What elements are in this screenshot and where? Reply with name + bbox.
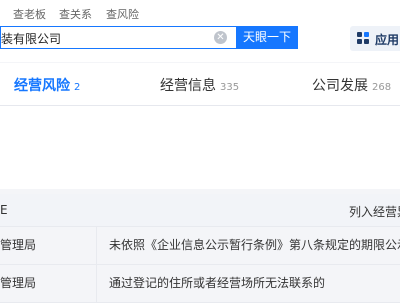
- app-button[interactable]: 应用: [350, 26, 400, 51]
- search-tab-boss[interactable]: 查老板: [13, 6, 46, 22]
- tab-count: 335: [220, 82, 240, 93]
- tab-label: 经营风险: [14, 78, 70, 94]
- search-tab-relation[interactable]: 查关系: [59, 6, 92, 22]
- section-tabs: 经营风险 2 经营信息 335 公司发展 268: [0, 63, 400, 106]
- cell-reason: 通过登记的住所或者经营场所无法联系的: [109, 276, 326, 290]
- tab-count: 268: [372, 82, 392, 93]
- table-header: E 列入经营异: [0, 194, 400, 227]
- content-panel: [0, 106, 400, 189]
- tab-business-risk[interactable]: 经营风险 2: [14, 75, 80, 95]
- top-search-bar: 查老板 查关系 查风险 装有限公司 ✕ 天眼一下 应用: [0, 0, 400, 62]
- cell-authority: 管理局: [0, 264, 97, 302]
- grid-icon: [357, 32, 369, 44]
- tab-label: 经营信息: [160, 78, 216, 94]
- search-tab-risk[interactable]: 查风险: [106, 6, 139, 22]
- search-input[interactable]: 装有限公司 ✕: [0, 26, 236, 49]
- tab-count: 2: [74, 82, 81, 93]
- tab-company-development[interactable]: 公司发展 268: [312, 75, 391, 95]
- tab-label: 公司发展: [312, 78, 368, 94]
- tab-business-info[interactable]: 经营信息 335: [160, 75, 239, 95]
- table-row: 管理局 未依照《企业信息公示暂行条例》第八条规定的期限公示: [0, 226, 400, 265]
- search-input-value: 装有限公司: [1, 32, 62, 46]
- app-button-label: 应用: [375, 33, 400, 47]
- search-button[interactable]: 天眼一下: [236, 26, 298, 49]
- header-cell-reason: 列入经营异: [349, 205, 400, 219]
- cell-reason: 未依照《企业信息公示暂行条例》第八条规定的期限公示: [109, 238, 400, 252]
- cell-authority: 管理局: [0, 226, 97, 264]
- header-cell-authority: E: [0, 203, 8, 217]
- clear-icon[interactable]: ✕: [214, 31, 227, 44]
- table-row: 管理局 通过登记的住所或者经营场所无法联系的: [0, 264, 400, 303]
